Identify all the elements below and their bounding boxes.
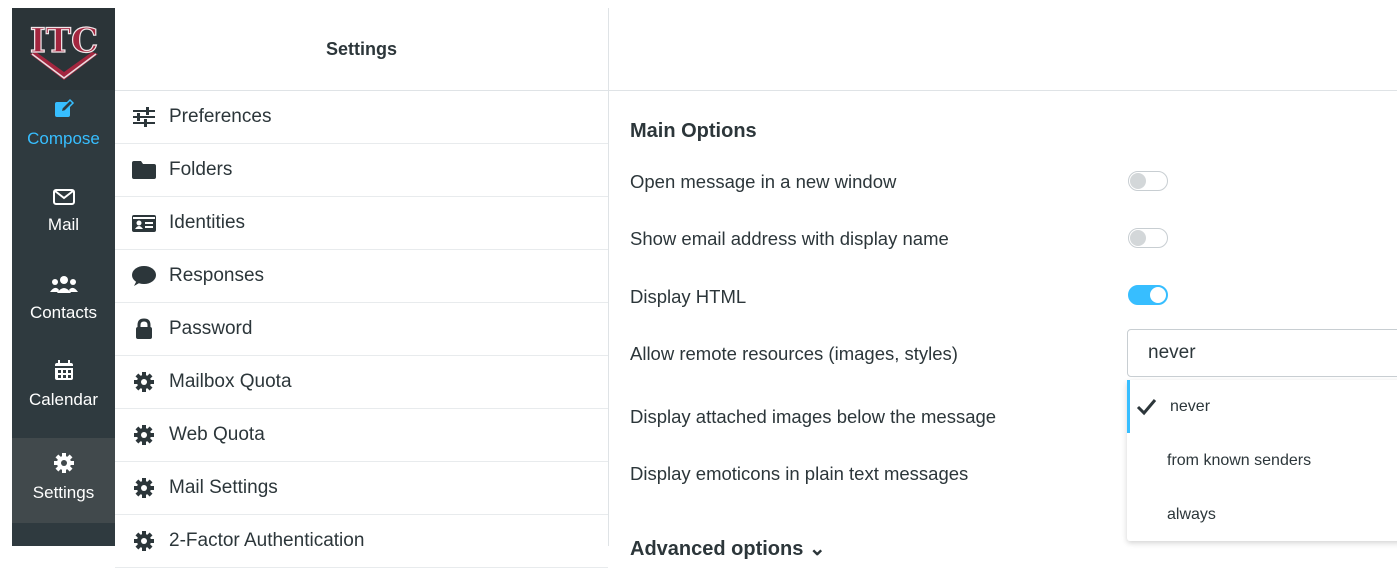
option-remote-resources-label: Allow remote resources (images, styles) [630,343,958,364]
main-header [609,8,1397,91]
settings-item-mail-settings[interactable]: Mail Settings [115,462,608,515]
settings-item-web-quota[interactable]: Web Quota [115,409,608,462]
gear-icon [131,371,157,393]
remote-resources-select[interactable]: never [1127,329,1397,377]
section-title: Main Options [630,120,757,142]
nav-settings-label: Settings [32,483,95,502]
lock-icon [131,318,157,340]
dropdown-option-always[interactable]: always [1127,488,1397,541]
option-open-new-window-label: Open message in a new window [630,171,897,192]
settings-item-2fa[interactable]: 2-Factor Authentication [115,515,608,568]
main-options-panel: Main Options Open message in a new windo… [609,8,1397,560]
settings-item-label: 2-Factor Authentication [169,530,365,551]
envelope-icon [12,188,115,211]
calendar-icon [12,359,115,386]
compose-icon [12,98,115,125]
dropdown-option-label: never [1170,398,1211,415]
remote-resources-dropdown: never from known senders always [1127,380,1397,541]
settings-header: Settings [115,8,608,91]
nav-calendar-label: Calendar [29,390,98,409]
nav-contacts-label: Contacts [29,303,98,322]
open-new-window-toggle[interactable] [1128,171,1168,191]
left-navigation: ITC Compose Mail Contacts Calendar Setti… [12,8,115,546]
nav-settings[interactable]: Settings [12,438,115,523]
option-show-email-label: Show email address with display name [630,228,949,249]
sliders-icon [131,106,157,128]
dropdown-option-known-senders[interactable]: from known senders [1127,434,1397,487]
logo-text: ITC [30,21,98,61]
settings-panel: Settings Preferences Folders Identities … [115,8,609,568]
advanced-options-toggle[interactable]: Advanced options ⌄ [630,536,826,561]
gear-icon [131,424,157,446]
dropdown-option-never[interactable]: never [1127,380,1397,433]
settings-item-label: Folders [169,159,233,180]
nav-mail-label: Mail [47,215,80,234]
settings-item-label: Preferences [169,106,272,127]
settings-item-responses[interactable]: Responses [115,250,608,303]
settings-list: Preferences Folders Identities Responses… [115,91,608,568]
nav-contacts[interactable]: Contacts [12,274,115,358]
settings-item-label: Password [169,318,253,339]
display-html-toggle[interactable] [1128,285,1168,305]
settings-item-label: Mailbox Quota [169,371,292,392]
settings-item-label: Mail Settings [169,477,278,498]
nav-mail[interactable]: Mail [12,188,115,272]
top-strip [0,0,1397,8]
settings-item-preferences[interactable]: Preferences [115,91,608,144]
nav-compose-label: Compose [27,129,100,148]
settings-item-mailbox-quota[interactable]: Mailbox Quota [115,356,608,409]
option-emoticons-label: Display emoticons in plain text messages [630,463,969,484]
gear-icon [12,452,115,479]
settings-item-label: Identities [169,212,246,233]
toggle-knob [1130,173,1146,189]
users-icon [12,274,115,299]
toggle-knob [1130,230,1146,246]
nav-calendar[interactable]: Calendar [12,359,115,443]
toggle-knob [1150,287,1166,303]
option-attached-images-label: Display attached images below the messag… [630,406,997,427]
settings-item-folders[interactable]: Folders [115,144,608,197]
id-card-icon [131,212,157,234]
settings-item-label: Responses [169,265,265,286]
folder-icon [131,159,157,181]
settings-item-label: Web Quota [169,424,265,445]
settings-item-password[interactable]: Password [115,303,608,356]
settings-item-identities[interactable]: Identities [115,197,608,250]
nav-compose[interactable]: Compose [12,98,115,182]
option-display-html-label: Display HTML [630,286,747,307]
gear-icon [131,530,157,552]
dropdown-option-label: from known senders [1167,452,1312,469]
itc-logo[interactable]: ITC [12,8,115,90]
gear-icon [131,477,157,499]
comment-icon [131,265,157,287]
dropdown-option-label: always [1167,506,1216,523]
show-email-toggle[interactable] [1128,228,1168,248]
logo-icon: ITC [29,20,99,80]
